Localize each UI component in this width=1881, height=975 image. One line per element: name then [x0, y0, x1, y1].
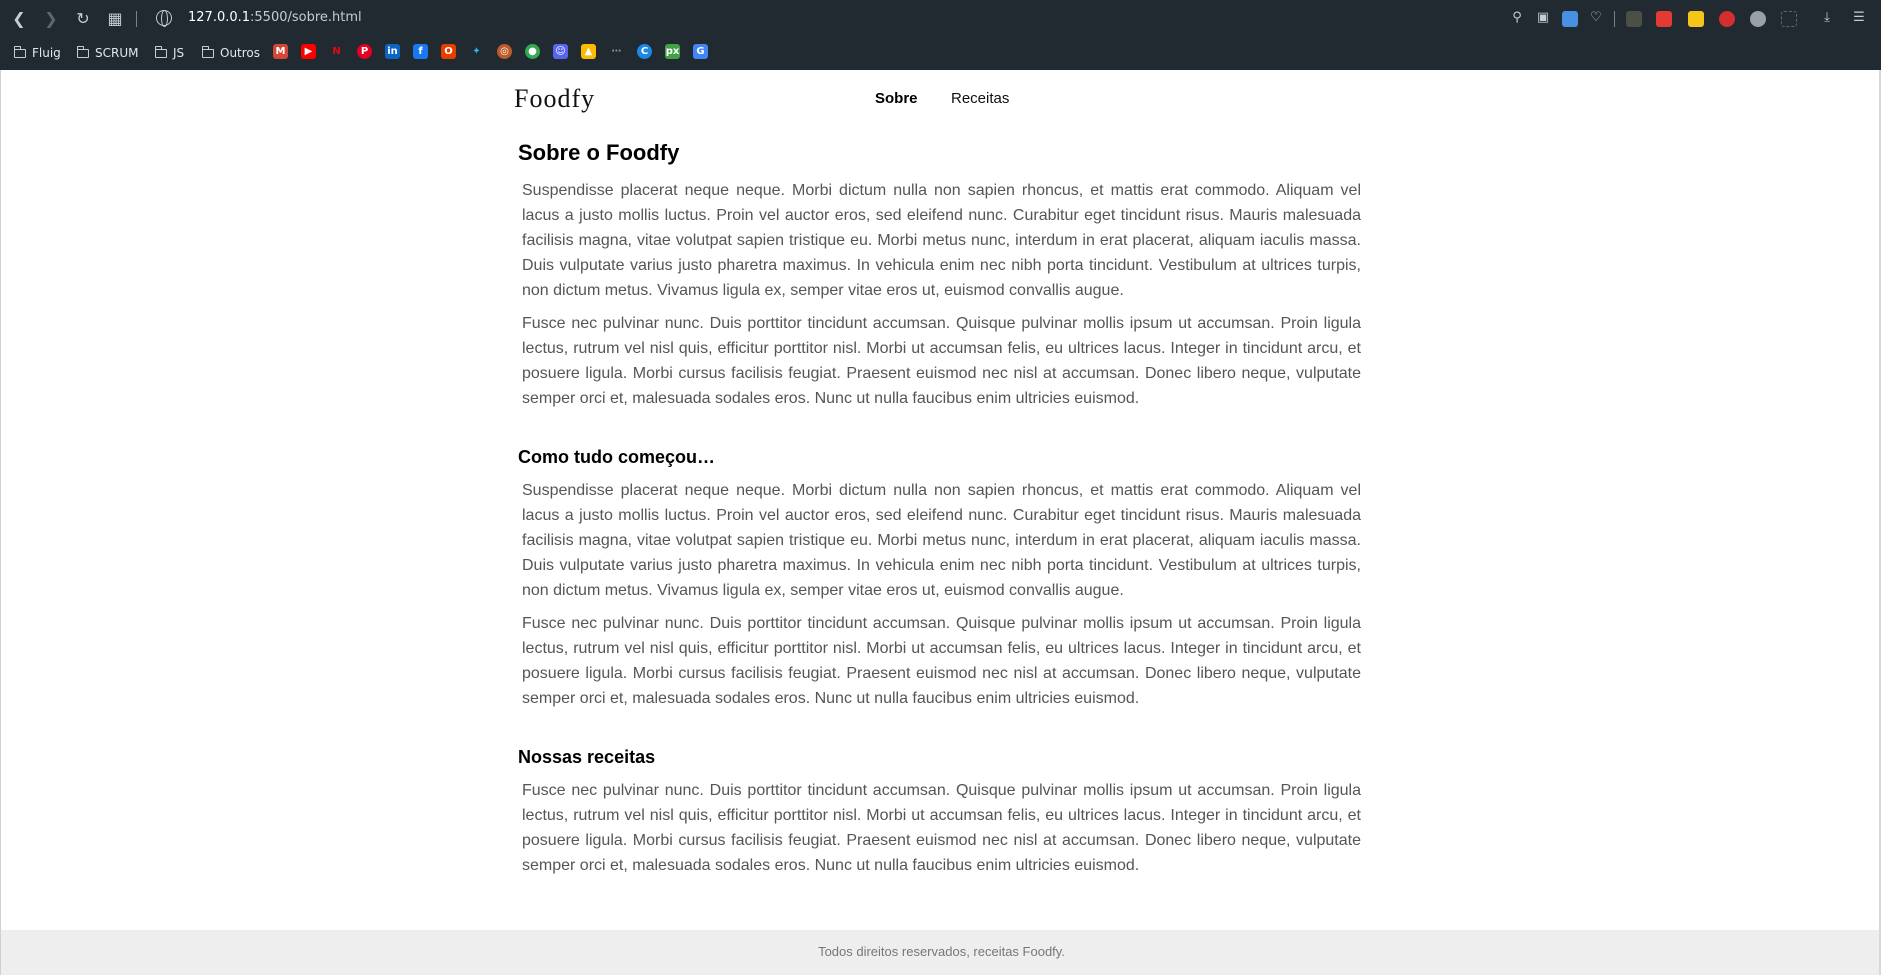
- url-path: :5500/sobre.html: [250, 10, 362, 25]
- shield-icon[interactable]: [1562, 11, 1578, 27]
- browser-chrome: ❮ ❯ ↻ ▦ 127.0.0.1:5500/sobre.html ⚲ ▣ ♡ …: [0, 0, 1881, 70]
- extension-cube-icon[interactable]: [1626, 11, 1642, 27]
- bookmark-folder-outros[interactable]: Outros: [202, 43, 260, 63]
- section-title: Como tudo começou…: [518, 447, 715, 467]
- extensions-divider: [1614, 11, 1615, 27]
- heart-icon[interactable]: ♡: [1587, 9, 1605, 27]
- page-viewport: Foodfy Sobre Receitas Sobre o Foodfy Sus…: [0, 70, 1881, 975]
- download-icon[interactable]: ⤓: [1818, 9, 1836, 27]
- bookmark-c-icon[interactable]: C: [637, 44, 652, 59]
- spotify-icon[interactable]: ●: [525, 44, 540, 59]
- section-title: Nossas receitas: [518, 747, 656, 767]
- bookmark-label: Outros: [220, 46, 261, 60]
- netflix-icon[interactable]: N: [329, 44, 344, 59]
- paragraph: Fusce nec pulvinar nunc. Duis porttitor …: [522, 615, 1361, 707]
- youtube-icon[interactable]: ▶: [301, 44, 316, 59]
- page-title: Sobre o Foodfy: [518, 140, 680, 165]
- paragraph: Suspendisse placerat neque neque. Morbi …: [522, 482, 1361, 599]
- bookmark-folder-fluig[interactable]: Fluig: [14, 43, 61, 63]
- extension-avatar-icon[interactable]: [1750, 11, 1766, 27]
- bookmark-folder-scrum[interactable]: SCRUM: [77, 43, 138, 63]
- google-drive-icon[interactable]: ▲: [581, 44, 596, 59]
- address-bar[interactable]: 127.0.0.1:5500/sobre.html: [188, 10, 362, 25]
- extension-notes-icon[interactable]: [1688, 11, 1704, 27]
- reload-icon[interactable]: ↻: [72, 8, 94, 30]
- bookmark-label: JS: [173, 46, 185, 60]
- url-host: 127.0.0.1: [188, 10, 251, 25]
- menu-icon[interactable]: ☰: [1850, 9, 1868, 27]
- google-translate-icon[interactable]: G: [693, 44, 708, 59]
- pixabay-icon[interactable]: px: [665, 44, 680, 59]
- folder-icon: [202, 46, 214, 58]
- site-footer: Todos direitos reservados, receitas Food…: [1, 930, 1881, 975]
- forward-icon[interactable]: ❯: [40, 8, 62, 30]
- back-icon[interactable]: ❮: [8, 8, 30, 30]
- browser-toolbar: ❮ ❯ ↻ ▦ 127.0.0.1:5500/sobre.html ⚲ ▣ ♡ …: [0, 0, 1881, 38]
- discord-icon[interactable]: ☺: [553, 44, 568, 59]
- extension-youtube-icon[interactable]: [1656, 11, 1672, 27]
- search-icon[interactable]: ⚲: [1508, 9, 1526, 27]
- bookmark-misc-icon[interactable]: ⋯: [609, 44, 624, 59]
- folder-icon: [155, 46, 167, 58]
- bookmark-label: Fluig: [32, 46, 61, 60]
- main-content: Sobre o Foodfy Suspendisse placerat nequ…: [518, 140, 1361, 886]
- site-logo[interactable]: Foodfy: [514, 84, 595, 114]
- camera-icon[interactable]: ▣: [1534, 9, 1552, 27]
- extension-screenshot-icon[interactable]: [1781, 11, 1797, 27]
- bookmark-site-icon[interactable]: ◎: [497, 44, 512, 59]
- facebook-icon[interactable]: f: [413, 44, 428, 59]
- site-info-icon[interactable]: [156, 10, 172, 27]
- nav-link-sobre[interactable]: Sobre: [875, 90, 918, 107]
- office-icon[interactable]: O: [441, 44, 456, 59]
- paragraph: Suspendisse placerat neque neque. Morbi …: [522, 182, 1361, 299]
- paragraph: Fusce nec pulvinar nunc. Duis porttitor …: [522, 782, 1361, 874]
- paragraph: Fusce nec pulvinar nunc. Duis porttitor …: [522, 315, 1361, 407]
- site-header: Foodfy Sobre Receitas: [1, 70, 1881, 132]
- folder-icon: [77, 46, 89, 58]
- bookmark-folder-js[interactable]: JS: [155, 43, 184, 63]
- bookmark-label: SCRUM: [95, 46, 139, 60]
- footer-text: Todos direitos reservados, receitas Food…: [818, 944, 1065, 959]
- extension-tomato-icon[interactable]: [1719, 11, 1735, 27]
- trello-icon[interactable]: ✦: [469, 44, 484, 59]
- tabs-grid-icon[interactable]: ▦: [104, 8, 126, 30]
- folder-icon: [14, 46, 26, 58]
- linkedin-icon[interactable]: in: [385, 44, 400, 59]
- gmail-icon[interactable]: M: [273, 44, 288, 59]
- toolbar-divider: [136, 11, 137, 27]
- pinterest-icon[interactable]: P: [357, 44, 372, 59]
- nav-link-receitas[interactable]: Receitas: [951, 90, 1009, 107]
